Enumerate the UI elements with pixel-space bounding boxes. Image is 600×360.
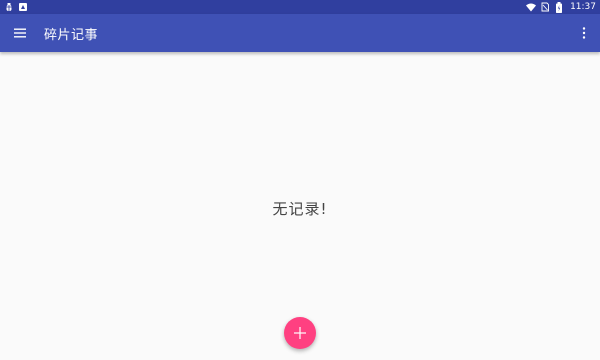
content-area: 无记录!: [0, 52, 600, 360]
empty-state-message: 无记录!: [272, 200, 328, 218]
status-bar-left: [4, 0, 28, 14]
app-screen: 11:37 碎片记事 无记录!: [0, 0, 600, 360]
add-note-fab[interactable]: [284, 317, 316, 349]
status-time: 11:37: [570, 2, 596, 12]
battery-icon: [554, 1, 564, 13]
hamburger-menu-icon: [14, 28, 26, 38]
status-bar-right: 11:37: [526, 0, 596, 14]
sim-no-signal-icon: [540, 2, 550, 12]
android-notification-icon: [18, 2, 28, 12]
status-bar: 11:37: [0, 0, 600, 14]
menu-button[interactable]: [0, 14, 40, 52]
app-title: 碎片记事: [44, 27, 99, 43]
overflow-menu-button[interactable]: [568, 14, 600, 52]
bug-icon: [4, 2, 14, 12]
more-vert-icon: [582, 27, 586, 39]
app-bar: 碎片记事: [0, 14, 600, 52]
wifi-icon: [526, 2, 537, 12]
plus-icon: [294, 327, 306, 339]
